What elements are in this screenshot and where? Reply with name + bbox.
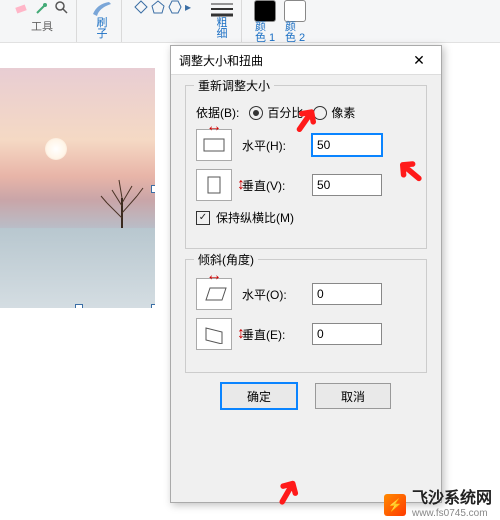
pentagon-icon[interactable] [151,0,165,14]
skew-h-input[interactable] [312,283,382,305]
shape-palette[interactable]: ▸ [134,0,191,14]
resize-legend: 重新调整大小 [194,77,274,94]
radio-dot-icon [249,106,263,120]
brush-button[interactable]: 刷 子 [89,0,115,40]
vert-input[interactable] [312,174,382,196]
vert-icon: ↕ [196,169,232,201]
brush-label: 刷 子 [97,18,108,40]
resize-skew-dialog: 调整大小和扭曲 ✕ 重新调整大小 依据(B): 百分比 像素 ↔ 水平(H): [170,45,442,503]
hexagon-icon[interactable] [168,0,182,14]
canvas-area: 调整大小和扭曲 ✕ 重新调整大小 依据(B): 百分比 像素 ↔ 水平(H): [0,43,500,520]
sun-graphic [45,138,67,160]
checkbox-icon [196,211,210,225]
ok-button[interactable]: 确定 [221,383,297,409]
thickness-button[interactable]: 粗 细 [209,0,235,40]
double-arrow-h-icon: ↔ [197,118,231,136]
skew-legend: 倾斜(角度) [194,251,258,268]
horiz-icon: ↔ [196,129,232,161]
resize-handle-mr[interactable] [151,185,155,193]
radio-percent[interactable]: 百分比 [249,104,303,121]
thickness-label: 粗 细 [217,18,228,40]
watermark-logo-icon: ⚡ [384,494,406,516]
magnifier-icon[interactable] [54,0,70,16]
cancel-button[interactable]: 取消 [315,383,391,409]
water-graphic [0,228,155,308]
keep-ratio-checkbox[interactable]: 保持纵横比(M) [196,209,294,226]
color1-label: 颜 色 1 [255,22,275,44]
resize-fieldset: 重新调整大小 依据(B): 百分比 像素 ↔ 水平(H): [185,85,427,249]
resize-handle-bm[interactable] [75,304,83,308]
dialog-title-bar[interactable]: 调整大小和扭曲 ✕ [171,46,441,75]
dialog-title: 调整大小和扭曲 [179,52,263,69]
tools-group: 工具 [8,0,77,42]
resize-handle-br[interactable] [151,304,155,308]
skew-v-icon: ↕ [196,318,232,350]
skew-fieldset: 倾斜(角度) ↔ 水平(O): ↕ 垂直(E): [185,259,427,373]
horiz-label: 水平(H): [242,137,302,154]
eyedropper-icon[interactable] [34,0,50,16]
skew-v-label: 垂直(E): [242,326,302,343]
double-arrow-h-icon: ↔ [197,267,231,285]
double-arrow-v-icon: ↕ [237,170,245,200]
double-arrow-v-icon: ↕ [237,319,245,349]
watermark: ⚡ 飞沙系统网 www.fs0745.com [384,490,492,519]
image-canvas[interactable] [0,68,155,308]
ribbon-toolbar: 工具 刷 子 ▸ 粗 细 颜 色 1 颜 色 2 [0,0,500,43]
chevron-right-icon[interactable]: ▸ [185,0,191,14]
watermark-url: www.fs0745.com [412,508,492,519]
color2-swatch[interactable] [284,0,306,22]
shapes-group: ▸ [128,0,197,42]
thickness-group: 粗 细 [203,0,242,42]
color2-label: 颜 色 2 [285,22,305,44]
color1-swatch[interactable] [254,0,276,22]
radio-pixels[interactable]: 像素 [313,104,355,121]
brush-group: 刷 子 [83,0,122,42]
close-icon[interactable]: ✕ [405,52,433,69]
diamond-icon[interactable] [134,0,148,14]
vert-label: 垂直(V): [242,177,302,194]
horiz-input[interactable] [312,134,382,156]
colors-group: 颜 色 1 颜 色 2 [248,0,312,42]
skew-h-label: 水平(O): [242,286,302,303]
skew-h-icon: ↔ [196,278,232,310]
eraser-icon[interactable] [14,0,30,16]
tools-group-label: 工具 [31,18,53,34]
radio-dot-icon [313,106,327,120]
watermark-title: 飞沙系统网 [412,490,492,508]
skew-v-input[interactable] [312,323,382,345]
